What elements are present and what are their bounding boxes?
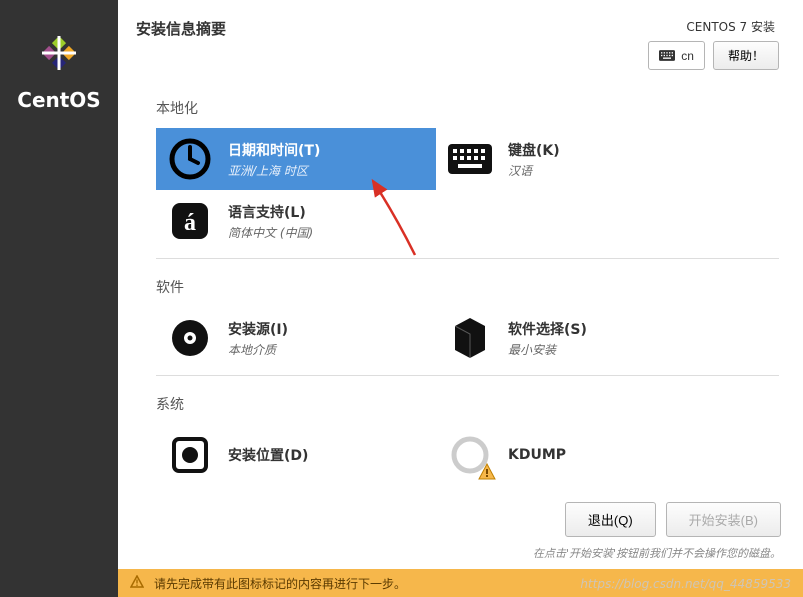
- header: 安装信息摘要 CENTOS 7 安装 cn 帮助！: [118, 0, 803, 80]
- spoke-datetime-sub: 亚洲/上海 时区: [228, 162, 320, 179]
- spoke-language-title: 语言支持(L): [228, 202, 313, 222]
- section-localization-title: 本地化: [156, 98, 779, 118]
- warning-text: 请先完成带有此图标标记的内容再进行下一步。: [154, 575, 406, 592]
- watermark: https://blog.csdn.net/qq_44859533: [580, 577, 791, 591]
- help-button[interactable]: 帮助！: [713, 41, 779, 70]
- keyboard-icon: [659, 50, 675, 61]
- spoke-selection-sub: 最小安装: [508, 341, 587, 358]
- keyboard-layout-indicator[interactable]: cn: [648, 41, 705, 70]
- centos-logo-icon: [34, 28, 84, 78]
- spoke-software-selection[interactable]: 软件选择(S) 最小安装: [436, 307, 716, 369]
- spoke-keyboard-sub: 汉语: [508, 162, 560, 179]
- clock-icon: [166, 135, 214, 183]
- keyboard-large-icon: [446, 135, 494, 183]
- disc-icon: [166, 314, 214, 362]
- spoke-datetime-title: 日期和时间(T): [228, 140, 320, 160]
- divider: [156, 258, 779, 259]
- spoke-destination-title: 安装位置(D): [228, 445, 308, 465]
- spoke-keyboard-title: 键盘(K): [508, 140, 560, 160]
- centos-logo: CentOS: [17, 28, 100, 112]
- section-software-title: 软件: [156, 277, 779, 297]
- spoke-kdump[interactable]: KDUMP: [436, 424, 716, 486]
- spoke-selection-title: 软件选择(S): [508, 319, 587, 339]
- footer: 退出(Q) 开始安装(B) 在点击'开始安装'按钮前我们并不会操作您的磁盘。: [278, 502, 781, 561]
- distro-label: CENTOS 7 安装: [648, 18, 779, 35]
- kdump-icon: [446, 431, 494, 479]
- spoke-language-sub: 简体中文 (中国): [228, 224, 313, 241]
- quit-button[interactable]: 退出(Q): [565, 502, 656, 537]
- keyboard-layout-code: cn: [681, 49, 694, 63]
- spoke-language[interactable]: á 语言支持(L) 简体中文 (中国): [156, 190, 436, 252]
- language-icon: á: [166, 197, 214, 245]
- harddisk-icon: [166, 431, 214, 479]
- page-title: 安装信息摘要: [136, 18, 226, 39]
- warning-triangle-icon: [130, 575, 144, 592]
- begin-install-button[interactable]: 开始安装(B): [666, 502, 781, 537]
- warning-badge-icon: [478, 463, 496, 481]
- brand-text: CentOS: [17, 88, 100, 112]
- sidebar: CentOS: [0, 0, 118, 597]
- spoke-source-sub: 本地介质: [228, 341, 288, 358]
- package-icon: [446, 314, 494, 362]
- svg-text:á: á: [184, 210, 196, 236]
- footer-hint: 在点击'开始安装'按钮前我们并不会操作您的磁盘。: [278, 545, 781, 561]
- spoke-installation-destination[interactable]: 安装位置(D): [156, 424, 436, 486]
- spoke-keyboard[interactable]: 键盘(K) 汉语: [436, 128, 716, 190]
- spoke-kdump-title: KDUMP: [508, 447, 566, 463]
- divider: [156, 375, 779, 376]
- spoke-source-title: 安装源(I): [228, 319, 288, 339]
- section-system-title: 系统: [156, 394, 779, 414]
- spoke-datetime[interactable]: 日期和时间(T) 亚洲/上海 时区: [156, 128, 436, 190]
- spoke-installation-source[interactable]: 安装源(I) 本地介质: [156, 307, 436, 369]
